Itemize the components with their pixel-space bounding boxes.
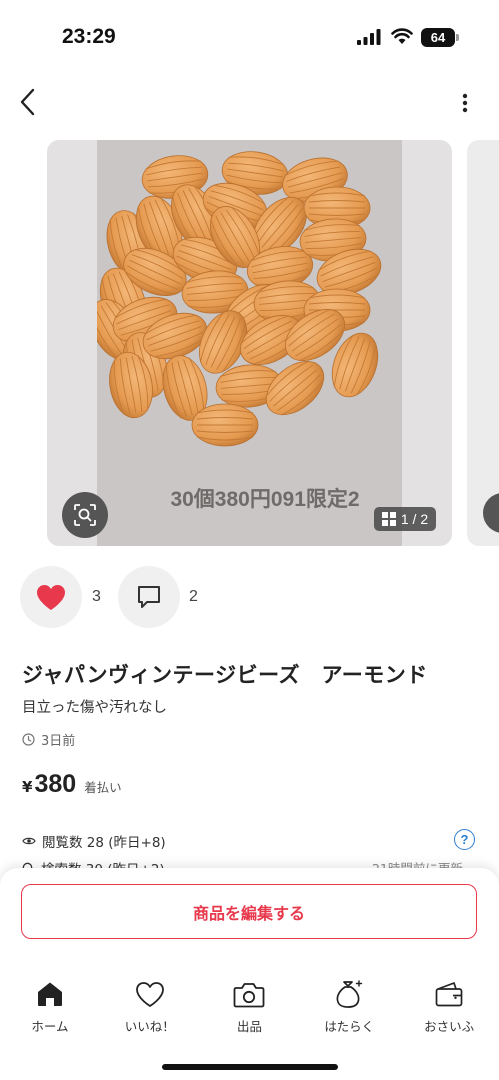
vertical-ellipsis-icon [462, 93, 468, 113]
camera-icon [234, 982, 265, 1007]
home-icon [37, 982, 62, 1006]
grid-icon [381, 512, 396, 526]
clock-icon [22, 733, 35, 746]
tab-sell[interactable]: 出品 [200, 972, 300, 1042]
product-title: ジャパンヴィンテージビーズ アーモンド [22, 663, 428, 687]
product-condition: 目立った傷や汚れなし [22, 700, 167, 716]
like-button[interactable] [20, 566, 82, 628]
money-bag-icon [336, 980, 363, 1008]
tab-label: 出品 [236, 1019, 262, 1034]
eye-icon [22, 837, 36, 845]
tab-label: おさいふ [424, 1019, 475, 1034]
price-currency: ¥ [22, 778, 33, 796]
comment-count: 2 [189, 588, 198, 605]
help-icon[interactable]: ? [454, 829, 475, 850]
tab-likes[interactable]: いいね！ [100, 972, 200, 1042]
heart-outline-icon [135, 981, 164, 1007]
shipping-label: 着払い [84, 780, 122, 795]
wifi-icon [391, 28, 413, 44]
comment-button[interactable] [118, 566, 180, 628]
edit-item-button[interactable]: 商品を編集する [21, 884, 477, 939]
status-bar: 23:29 64 [0, 0, 499, 75]
image-carousel[interactable]: 30個380円091限定2 [0, 140, 499, 546]
tab-work[interactable]: はたらく [299, 972, 399, 1042]
heart-icon [37, 584, 65, 610]
page-indicator-text: 1 / 2 [400, 511, 429, 527]
scan-search-icon [74, 504, 96, 526]
more-options-button[interactable] [450, 88, 480, 118]
wallet-icon [435, 982, 463, 1007]
zoom-button[interactable] [62, 492, 108, 538]
views-text: 閲覧数 28 (昨日+8) [42, 835, 166, 851]
battery-indicator: 64 [421, 28, 459, 47]
tab-home[interactable]: ホーム [0, 972, 100, 1042]
like-count: 3 [92, 588, 101, 605]
views-stat: 閲覧数 28 (昨日+8) [22, 831, 166, 851]
page-indicator: 1 / 2 [374, 507, 436, 531]
tab-label: はたらく [324, 1019, 375, 1034]
tab-wallet[interactable]: おさいふ [399, 972, 499, 1042]
cellular-signal-icon [357, 29, 381, 45]
status-time: 23:29 [62, 25, 116, 48]
tab-bar: ホーム いいね！ 出品 はたらく おさいふ [0, 972, 499, 1042]
back-button[interactable] [10, 84, 46, 120]
home-indicator [162, 1064, 338, 1070]
comment-icon [138, 586, 160, 608]
photo-caption: 30個380円091限定2 [170, 488, 360, 511]
chevron-left-icon [20, 88, 35, 116]
price-row: ¥ 380 着払い [22, 770, 122, 799]
tab-label: いいね！ [124, 1019, 175, 1034]
posted-time: 3日前 [22, 730, 75, 749]
price-value: 380 [34, 770, 77, 798]
next-photo-peek[interactable] [467, 140, 499, 546]
tab-label: ホーム [31, 1019, 69, 1034]
product-photo[interactable]: 30個380円091限定2 [47, 140, 452, 546]
posted-time-text: 3日前 [41, 734, 76, 749]
